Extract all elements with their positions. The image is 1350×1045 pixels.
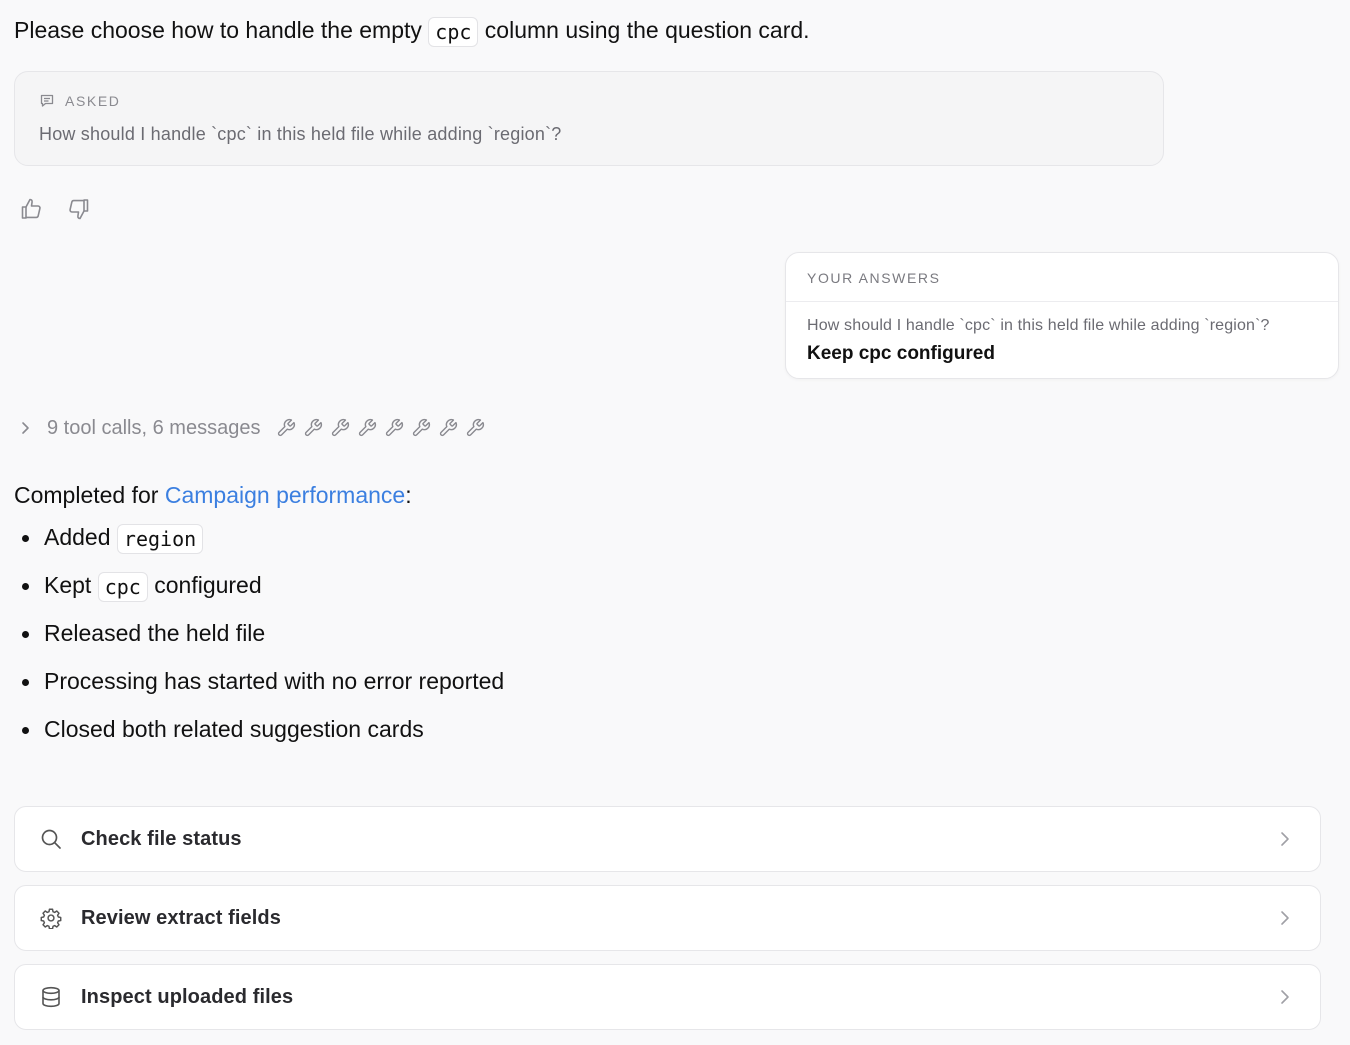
wrench-icon bbox=[303, 418, 323, 438]
action-label: Check file status bbox=[81, 827, 242, 850]
thumbs-down-button[interactable] bbox=[66, 196, 92, 222]
wrench-icon bbox=[411, 418, 431, 438]
list-item: Closed both related suggestion cards bbox=[14, 712, 504, 760]
search-icon bbox=[39, 827, 63, 851]
inline-code-cpc: cpc bbox=[428, 16, 479, 47]
list-item-text: Kept bbox=[44, 572, 92, 598]
inline-code-region: region bbox=[116, 523, 204, 554]
completed-suffix: : bbox=[405, 482, 412, 508]
list-item: Added region bbox=[14, 520, 504, 568]
wrench-icon bbox=[330, 418, 350, 438]
completed-prefix: Completed for bbox=[14, 482, 159, 508]
list-item-text: Released the held file bbox=[44, 620, 266, 646]
inspect-uploaded-files-button[interactable]: Inspect uploaded files bbox=[14, 964, 1321, 1030]
message-square-icon bbox=[39, 93, 55, 109]
wrench-icon bbox=[438, 418, 458, 438]
list-item: Processing has started with no error rep… bbox=[14, 664, 504, 712]
action-label: Inspect uploaded files bbox=[81, 985, 294, 1008]
wrench-icon bbox=[357, 418, 377, 438]
answer-value: Keep cpc configured bbox=[807, 343, 995, 364]
asked-header: ASKED bbox=[39, 93, 120, 109]
review-extract-fields-button[interactable]: Review extract fields bbox=[14, 885, 1321, 951]
tool-calls-toggle[interactable]: 9 tool calls, 6 messages bbox=[16, 414, 485, 442]
completed-list: Added region Kept cpc configured Release… bbox=[14, 520, 504, 760]
list-item: Released the held file bbox=[14, 616, 504, 664]
thumbs-up-button[interactable] bbox=[18, 196, 44, 222]
inline-code-cpc: cpc bbox=[97, 571, 148, 602]
tool-calls-summary: 9 tool calls, 6 messages bbox=[47, 416, 261, 439]
thumbs-down-icon bbox=[67, 197, 91, 221]
wrench-icons bbox=[276, 418, 485, 438]
your-answers-header: YOUR ANSWERS bbox=[807, 270, 941, 286]
campaign-performance-link[interactable]: Campaign performance bbox=[165, 482, 405, 508]
wrench-icon bbox=[465, 418, 485, 438]
list-item-text: Processing has started with no error rep… bbox=[44, 668, 505, 694]
completed-summary: Completed for Campaign performance: bbox=[14, 478, 412, 512]
asked-question-text: How should I handle `cpc` in this held f… bbox=[39, 124, 562, 144]
thumbs-up-icon bbox=[19, 197, 43, 221]
assistant-message-intro: Please choose how to handle the empty cp… bbox=[14, 12, 810, 48]
chevron-right-icon bbox=[1274, 987, 1294, 1007]
check-file-status-button[interactable]: Check file status bbox=[14, 806, 1321, 872]
feedback-buttons bbox=[18, 196, 92, 222]
asked-label: ASKED bbox=[65, 93, 121, 109]
list-item-text: Closed both related suggestion cards bbox=[44, 716, 424, 742]
asked-question-card: ASKED How should I handle `cpc` in this … bbox=[14, 71, 1164, 166]
wrench-icon bbox=[384, 418, 404, 438]
chat-page: Please choose how to handle the empty cp… bbox=[0, 0, 1350, 1045]
chevron-right-icon bbox=[1274, 908, 1294, 928]
intro-text-after: column using the question card. bbox=[484, 17, 810, 43]
list-item-text: Added bbox=[44, 524, 111, 550]
intro-text-before: Please choose how to handle the empty bbox=[14, 17, 422, 43]
list-item-text: configured bbox=[154, 572, 262, 598]
chevron-right-icon bbox=[16, 421, 34, 435]
your-answers-card: YOUR ANSWERS How should I handle `cpc` i… bbox=[785, 252, 1339, 379]
wrench-icon bbox=[276, 418, 296, 438]
database-icon bbox=[39, 985, 63, 1009]
divider bbox=[786, 301, 1338, 302]
action-label: Review extract fields bbox=[81, 906, 281, 929]
list-item: Kept cpc configured bbox=[14, 568, 504, 616]
answer-question-text: How should I handle `cpc` in this held f… bbox=[807, 317, 1270, 334]
gear-icon bbox=[39, 906, 63, 930]
chevron-right-icon bbox=[1274, 829, 1294, 849]
